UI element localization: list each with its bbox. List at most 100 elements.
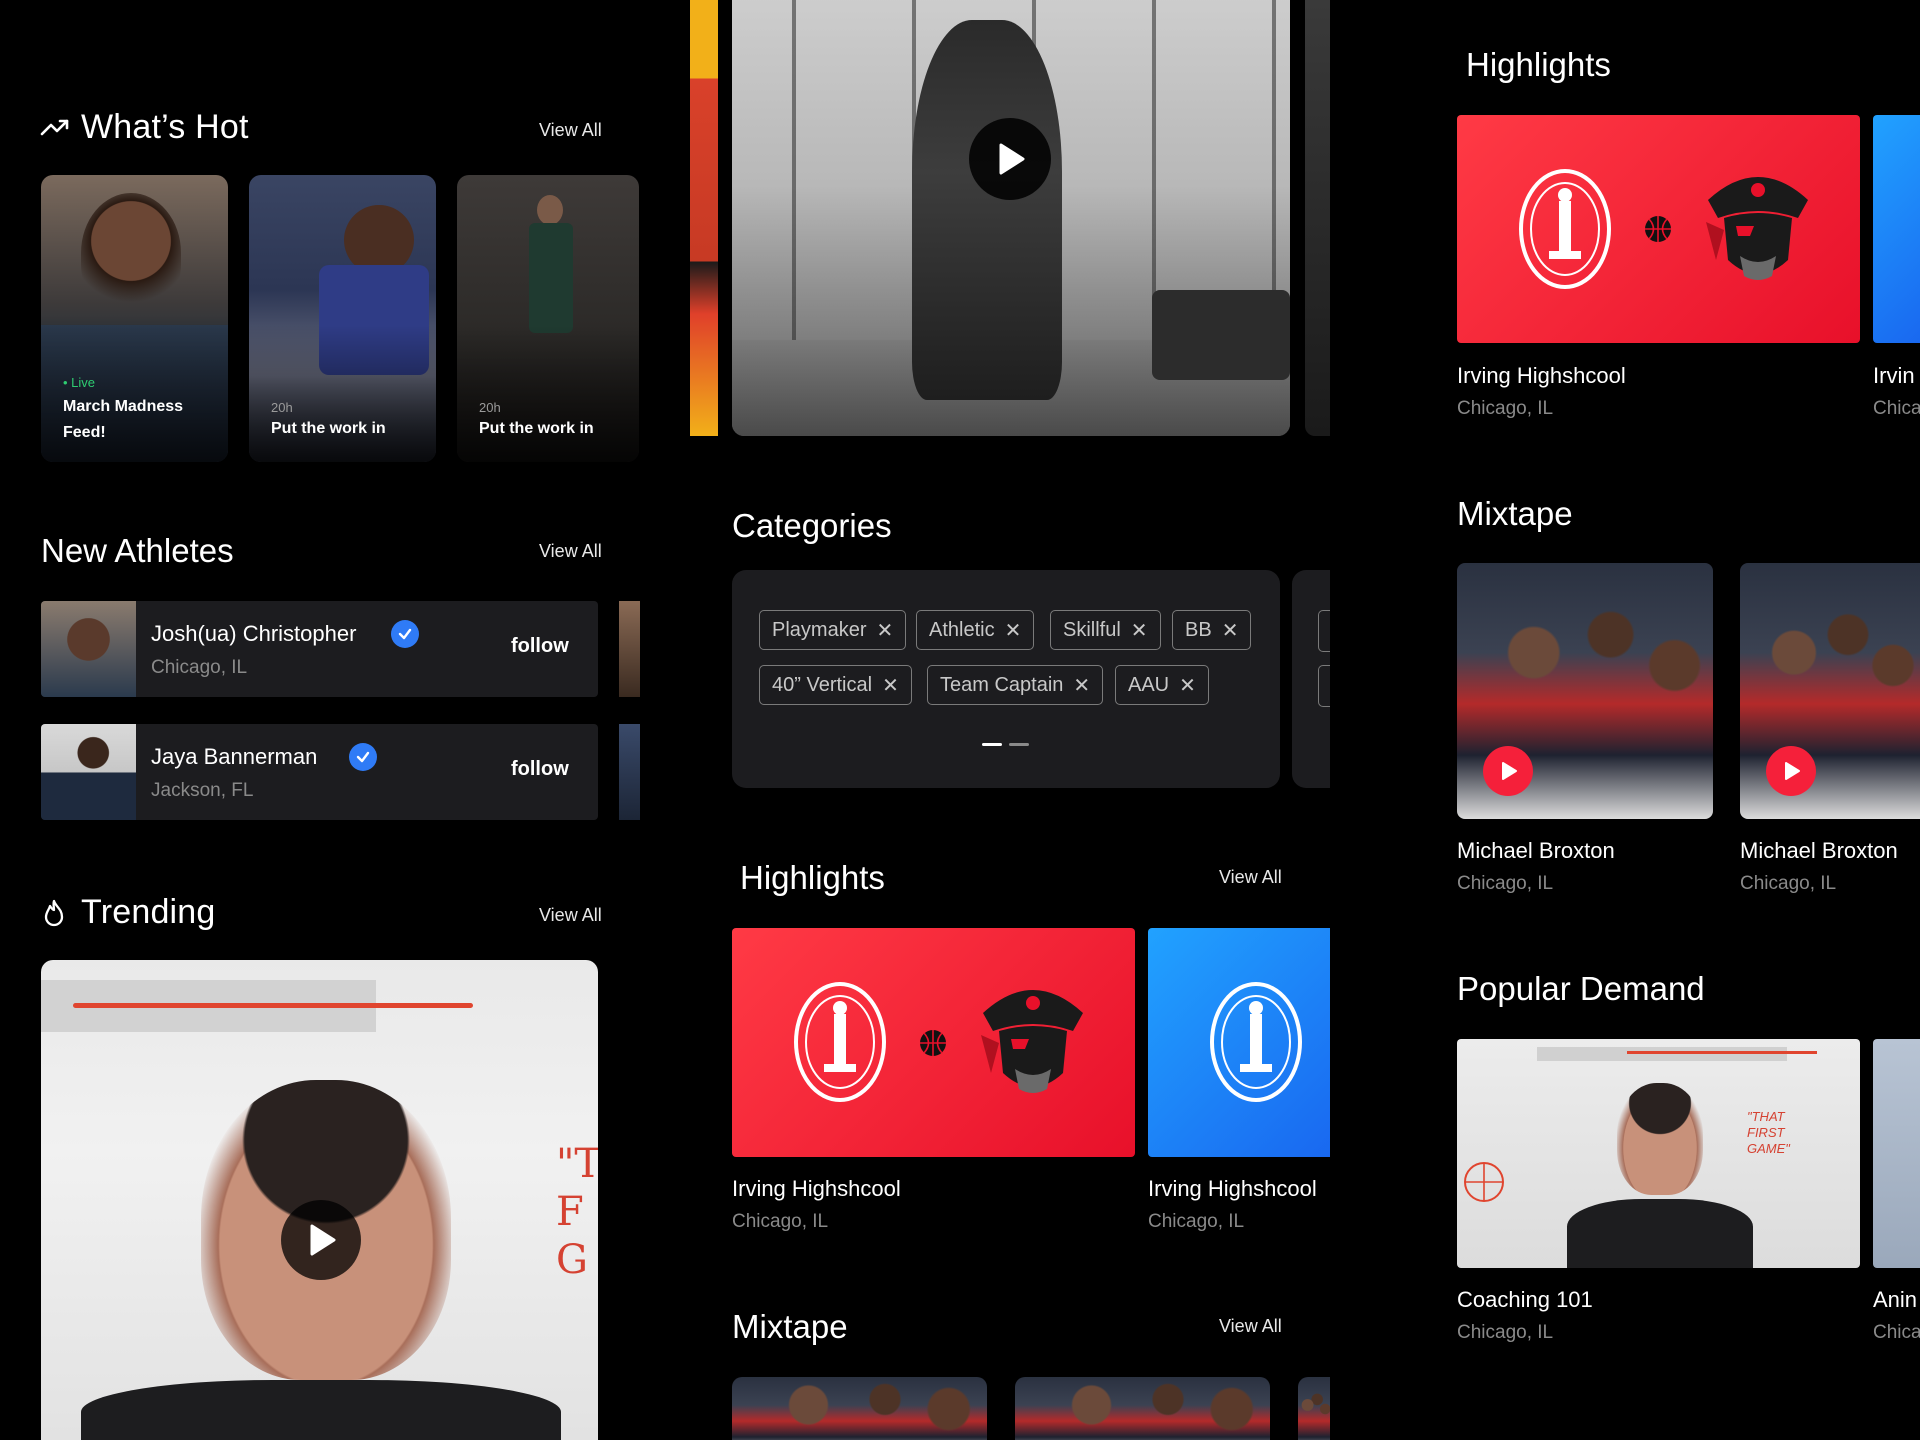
chip-label: Athletic bbox=[929, 618, 995, 641]
popular-demand-location: Chicago, IL bbox=[1457, 1322, 1554, 1343]
highlight-location: Chicago, IL bbox=[1457, 398, 1554, 419]
athlete-photo bbox=[537, 195, 563, 225]
whats-hot-view-all[interactable]: View All bbox=[539, 120, 602, 141]
coach-head bbox=[1617, 1083, 1703, 1195]
close-icon[interactable]: ✕ bbox=[1179, 673, 1196, 698]
highlight-card[interactable] bbox=[1457, 115, 1860, 343]
right-highlights-title: Highlights bbox=[1466, 46, 1611, 83]
popular-demand-card[interactable]: "THAT FIRST GAME" bbox=[1457, 1039, 1860, 1268]
page-indicator[interactable] bbox=[1009, 743, 1029, 746]
school-seal-icon bbox=[1519, 169, 1611, 289]
category-chip[interactable]: Playmaker ✕ bbox=[759, 610, 907, 650]
close-icon[interactable]: ✕ bbox=[1073, 673, 1090, 698]
highlight-name: Irving Highshcool bbox=[1148, 1176, 1317, 1201]
new-athletes-view-all[interactable]: View All bbox=[539, 541, 602, 562]
chip-label: BB bbox=[1185, 618, 1212, 641]
highlight-card-peek[interactable] bbox=[1873, 115, 1920, 343]
athlete-location: Jackson, FL bbox=[151, 780, 254, 801]
categories-title: Categories bbox=[732, 507, 892, 544]
highlight-location: Chica bbox=[1873, 398, 1920, 419]
popular-demand-name: Coaching 101 bbox=[1457, 1287, 1593, 1312]
hot-card[interactable]: • Live March Madness Feed! bbox=[41, 175, 228, 462]
mixtape-card[interactable] bbox=[1740, 563, 1920, 819]
athlete-row[interactable]: Josh(ua) Christopher Chicago, IL follow bbox=[41, 601, 598, 697]
hot-card[interactable]: 20h Put the work in bbox=[249, 175, 436, 462]
highlight-location: Chicago, IL bbox=[1148, 1211, 1245, 1232]
athlete-name: Josh(ua) Christopher bbox=[151, 621, 357, 646]
red-stroke bbox=[1627, 1051, 1817, 1054]
chip-peek bbox=[1318, 610, 1330, 652]
play-icon bbox=[999, 143, 1025, 175]
highlights-view-all[interactable]: View All bbox=[1219, 867, 1282, 888]
close-icon[interactable]: ✕ bbox=[1222, 618, 1239, 643]
mixtape-thumbnail[interactable] bbox=[732, 1377, 987, 1440]
trending-view-all[interactable]: View All bbox=[539, 905, 602, 926]
basketball-icon bbox=[920, 1030, 946, 1056]
page-indicator-active[interactable] bbox=[982, 743, 1002, 746]
card-gradient bbox=[457, 325, 639, 462]
basketball-icon bbox=[1645, 216, 1671, 242]
athlete-row-peek bbox=[619, 601, 640, 697]
athlete-location: Chicago, IL bbox=[151, 657, 248, 678]
mixtape-location: Chicago, IL bbox=[1740, 873, 1837, 894]
mixtape-name: Michael Broxton bbox=[1457, 838, 1615, 863]
highlight-location: Chicago, IL bbox=[732, 1211, 829, 1232]
athlete-row[interactable]: Jaya Bannerman Jackson, FL follow bbox=[41, 724, 598, 820]
category-chip[interactable]: 40” Vertical ✕ bbox=[759, 665, 912, 705]
highlight-name: Irving Highshcool bbox=[732, 1176, 901, 1201]
hero-video-card[interactable] bbox=[732, 0, 1290, 436]
category-chip[interactable]: Team Captain ✕ bbox=[927, 665, 1104, 705]
category-chip[interactable]: AAU ✕ bbox=[1115, 665, 1209, 705]
trending-video-card[interactable]: "T F G bbox=[41, 960, 598, 1440]
card-time: 20h bbox=[271, 400, 293, 415]
flame-icon bbox=[44, 899, 64, 927]
mixtape-card[interactable] bbox=[1457, 563, 1713, 819]
category-chip[interactable]: BB ✕ bbox=[1172, 610, 1252, 650]
close-icon[interactable]: ✕ bbox=[876, 618, 893, 643]
athlete-photo bbox=[81, 193, 181, 313]
jersey-shape bbox=[529, 223, 573, 333]
category-chip[interactable]: Skillful ✕ bbox=[1050, 610, 1161, 650]
hot-card[interactable]: 20h Put the work in bbox=[457, 175, 639, 462]
card-gradient bbox=[249, 325, 436, 462]
whats-hot-title: What’s Hot bbox=[81, 108, 249, 146]
player-silhouette bbox=[912, 20, 1062, 400]
athlete-avatar bbox=[41, 601, 136, 697]
follow-button[interactable]: follow bbox=[511, 635, 569, 658]
category-chip[interactable]: Athletic ✕ bbox=[916, 610, 1035, 650]
overlay-text: "THAT FIRST GAME" bbox=[1747, 1109, 1790, 1156]
mixtape-thumbnail-peek bbox=[1298, 1377, 1330, 1440]
close-icon[interactable]: ✕ bbox=[1005, 618, 1022, 643]
middle-column: Categories Playmaker ✕ Athletic ✕ Skillful… bbox=[650, 0, 1330, 1440]
verified-icon bbox=[349, 743, 377, 771]
mixtape-thumbnail[interactable] bbox=[1015, 1377, 1270, 1440]
overlay-text: "T F G bbox=[556, 1141, 598, 1283]
popular-demand-title: Popular Demand bbox=[1457, 970, 1705, 1007]
hot-card-caption: Put the work in bbox=[271, 420, 386, 437]
popular-demand-location: Chica bbox=[1873, 1322, 1920, 1343]
mixtape-location: Chicago, IL bbox=[1457, 873, 1554, 894]
athlete-name: Jaya Bannerman bbox=[151, 744, 318, 769]
close-icon[interactable]: ✕ bbox=[1131, 618, 1148, 643]
popular-demand-card-peek[interactable] bbox=[1873, 1039, 1920, 1268]
close-icon[interactable]: ✕ bbox=[882, 673, 899, 698]
play-button[interactable] bbox=[1483, 746, 1533, 796]
trending-up-icon bbox=[40, 119, 69, 136]
left-column: What’s Hot View All • Live March Madness… bbox=[0, 0, 650, 1440]
hot-card-caption: March Madness Feed! bbox=[63, 398, 184, 441]
play-button[interactable] bbox=[281, 1200, 361, 1280]
play-button[interactable] bbox=[1766, 746, 1816, 796]
mixtape-view-all[interactable]: View All bbox=[1219, 1316, 1282, 1337]
highlight-card[interactable] bbox=[1148, 928, 1330, 1157]
sketch-basketball-icon bbox=[1464, 1162, 1504, 1202]
athlete-row-peek bbox=[619, 724, 640, 820]
chip-label: Skillful bbox=[1063, 618, 1121, 641]
popular-demand-name: Anin bbox=[1873, 1287, 1918, 1312]
categories-card: Playmaker ✕ Athletic ✕ Skillful ✕ BB ✕ 40” V… bbox=[732, 570, 1280, 788]
play-button[interactable] bbox=[969, 118, 1051, 200]
highlight-card[interactable] bbox=[732, 928, 1135, 1157]
chip-label: Team Captain bbox=[940, 673, 1064, 696]
right-mixtape-title: Mixtape bbox=[1457, 495, 1573, 532]
follow-button[interactable]: follow bbox=[511, 758, 569, 781]
hero-video-peek bbox=[1305, 0, 1330, 436]
